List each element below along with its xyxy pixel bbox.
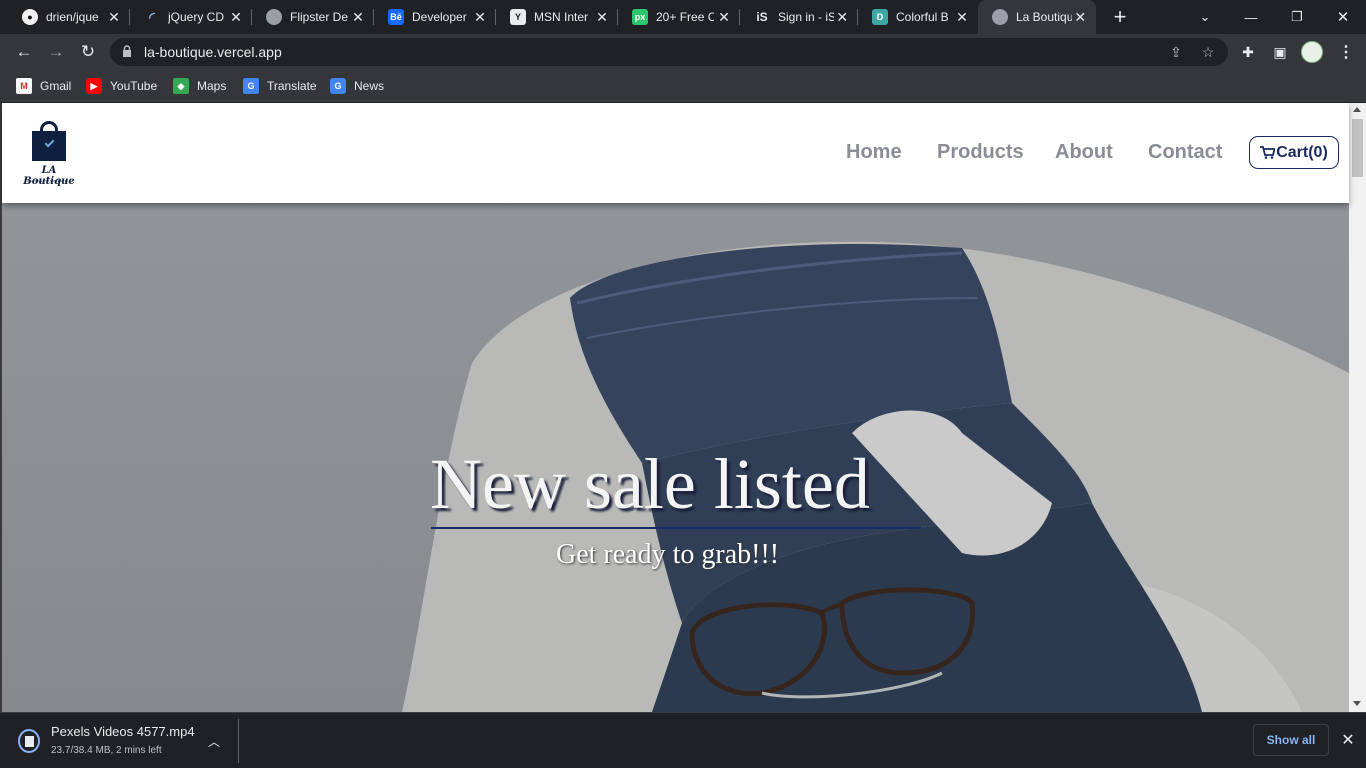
tab-title: Flipster De xyxy=(290,10,348,24)
maps-icon: ◆ xyxy=(173,78,189,94)
new-tab-button[interactable]: + xyxy=(1108,4,1132,29)
nav-contact-link[interactable]: Contact xyxy=(1148,141,1222,164)
tab-strip: ● drien/jque ✕ ◜ jQuery CD ✕ Flipster De… xyxy=(0,0,1366,34)
msn-icon: Y xyxy=(510,9,526,25)
tab-github[interactable]: ● drien/jque ✕ xyxy=(8,0,130,34)
bookmark-label: Maps xyxy=(197,79,227,93)
bookmark-label: Gmail xyxy=(40,79,72,93)
forward-button[interactable]: → xyxy=(42,38,70,66)
url-text[interactable]: la-boutique.vercel.app xyxy=(144,44,282,60)
close-icon[interactable]: ✕ xyxy=(834,9,850,25)
nav-products-link[interactable]: Products xyxy=(937,141,1024,164)
star-icon[interactable]: ☆ xyxy=(1199,43,1217,61)
reload-button[interactable]: ↻ xyxy=(74,38,102,66)
site-logo[interactable]: LA Boutique HAPPINESS IS PURETE... xyxy=(18,119,80,187)
scroll-up-arrow-icon[interactable] xyxy=(1353,107,1361,112)
istock-icon: iS xyxy=(756,10,768,24)
tab-istock[interactable]: iS Sign in - iS ✕ xyxy=(740,0,858,34)
cart-button[interactable]: Cart(0) xyxy=(1249,136,1339,169)
close-icon[interactable]: ✕ xyxy=(954,9,970,25)
gmail-icon: M xyxy=(16,78,32,94)
hero-subtitle: Get ready to grab!!! xyxy=(556,539,780,570)
bookmarks-bar: M Gmail ▶ YouTube ◆ Maps G Translate G N… xyxy=(0,70,1366,102)
d-icon: D xyxy=(872,9,888,25)
chevron-up-icon[interactable]: ︿ xyxy=(208,733,220,750)
tab-title: Developer xyxy=(412,10,467,24)
back-button[interactable]: ← xyxy=(10,38,38,66)
side-panel-icon[interactable]: ▣ xyxy=(1270,42,1290,62)
download-status: 23.7/38.4 MB, 2 mins left xyxy=(51,745,162,756)
tab-la-boutique[interactable]: La Boutiqu ✕ xyxy=(978,0,1096,34)
bookmark-maps[interactable]: ◆ Maps xyxy=(173,76,226,96)
lock-icon[interactable] xyxy=(122,45,132,57)
minimize-button[interactable]: — xyxy=(1228,0,1274,34)
translate-icon: G xyxy=(243,78,259,94)
share-icon[interactable]: ⇪ xyxy=(1167,43,1185,61)
behance-icon: Bē xyxy=(388,9,404,25)
tab-title: Sign in - iS xyxy=(778,10,835,24)
close-icon[interactable]: ✕ xyxy=(350,9,366,25)
tab-colorful[interactable]: D Colorful B ✕ xyxy=(858,0,978,34)
tab-developer[interactable]: Bē Developer ✕ xyxy=(374,0,496,34)
tab-search-chevron-icon[interactable]: ⌄ xyxy=(1182,0,1228,34)
close-icon[interactable]: ✕ xyxy=(472,9,488,25)
tab-jquery[interactable]: ◜ jQuery CD ✕ xyxy=(130,0,252,34)
brand-tagline: HAPPINESS IS PURETE... xyxy=(27,179,71,183)
page-viewport: LA Boutique HAPPINESS IS PURETE... Home … xyxy=(0,103,1366,712)
close-icon[interactable]: ✕ xyxy=(106,9,122,25)
globe-icon xyxy=(266,9,282,25)
file-download-icon xyxy=(18,729,40,753)
github-icon: ● xyxy=(22,9,38,25)
hero-divider xyxy=(431,527,921,529)
page-scrollbar[interactable] xyxy=(1349,103,1366,712)
jquery-icon: ◜ xyxy=(149,8,155,25)
bookmark-label: News xyxy=(354,79,385,93)
address-bar[interactable]: la-boutique.vercel.app ⇪ ☆ xyxy=(110,38,1228,66)
extensions-icon[interactable]: ✚ xyxy=(1238,42,1258,62)
tab-title: drien/jque xyxy=(46,10,99,24)
bookmark-label: Translate xyxy=(267,79,317,93)
pixabay-icon: px xyxy=(632,9,648,25)
hero-banner: New sale listed Get ready to grab!!! xyxy=(2,203,1349,712)
bookmark-gmail[interactable]: M Gmail xyxy=(16,76,71,96)
tab-title: Colorful B xyxy=(896,10,949,24)
download-shelf: Pexels Videos 4577.mp4 23.7/38.4 MB, 2 m… xyxy=(0,712,1366,768)
tab-flipster[interactable]: Flipster De ✕ xyxy=(252,0,374,34)
scroll-down-arrow-icon[interactable] xyxy=(1353,701,1361,706)
scrollbar-thumb[interactable] xyxy=(1352,119,1363,177)
window-close-button[interactable]: ✕ xyxy=(1320,0,1366,34)
youtube-icon: ▶ xyxy=(86,78,102,94)
close-icon[interactable]: ✕ xyxy=(716,9,732,25)
download-item[interactable]: Pexels Videos 4577.mp4 23.7/38.4 MB, 2 m… xyxy=(8,719,238,763)
tab-free[interactable]: px 20+ Free C ✕ xyxy=(618,0,740,34)
globe-icon xyxy=(992,9,1008,25)
nav-home-link[interactable]: Home xyxy=(846,141,902,164)
show-all-button[interactable]: Show all xyxy=(1253,724,1329,756)
restore-button[interactable]: ❐ xyxy=(1274,0,1320,34)
tab-title: La Boutiqu xyxy=(1016,10,1073,24)
bookmark-translate[interactable]: G Translate xyxy=(243,76,317,96)
close-icon[interactable]: ✕ xyxy=(228,9,244,25)
cart-icon xyxy=(1260,146,1276,159)
nav-about-link[interactable]: About xyxy=(1055,141,1113,164)
bookmark-label: YouTube xyxy=(110,79,158,93)
news-icon: G xyxy=(330,78,346,94)
browser-toolbar: ← → ↻ la-boutique.vercel.app ⇪ ☆ ✚ ▣ ⋮ xyxy=(0,34,1366,70)
bookmark-news[interactable]: G News xyxy=(330,76,384,96)
menu-icon[interactable]: ⋮ xyxy=(1336,41,1356,63)
site-navbar: LA Boutique HAPPINESS IS PURETE... Home … xyxy=(2,103,1349,203)
tab-title: 20+ Free C xyxy=(656,10,714,24)
close-icon[interactable]: ✕ xyxy=(1338,728,1358,752)
tab-title: jQuery CD xyxy=(168,10,225,24)
avatar[interactable] xyxy=(1301,41,1323,63)
download-filename: Pexels Videos 4577.mp4 xyxy=(51,724,195,739)
tab-title: MSN Inter xyxy=(534,10,589,24)
cart-label: Cart(0) xyxy=(1276,143,1328,161)
close-icon[interactable]: ✕ xyxy=(1072,9,1088,25)
tab-msn[interactable]: Y MSN Inter ✕ xyxy=(496,0,618,34)
close-icon[interactable]: ✕ xyxy=(594,9,610,25)
bookmark-youtube[interactable]: ▶ YouTube xyxy=(86,76,157,96)
brand-name: LA Boutique xyxy=(23,165,75,187)
hero-title: New sale listed xyxy=(430,444,870,524)
